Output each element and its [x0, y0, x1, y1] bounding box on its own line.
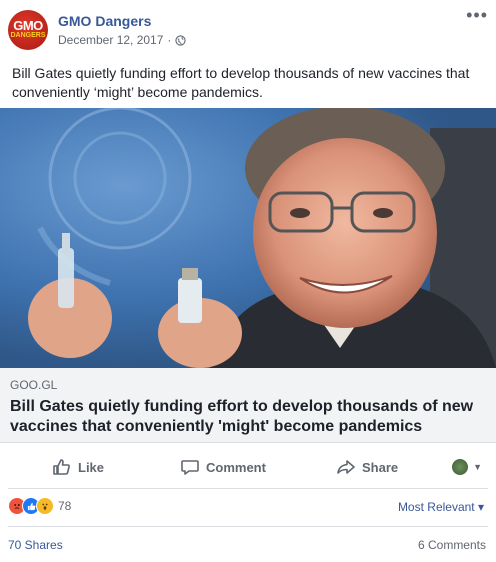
share-label: Share	[362, 459, 399, 475]
divider	[8, 526, 488, 527]
thumbs-up-icon	[53, 459, 70, 475]
more-options-icon[interactable]: •••	[466, 6, 488, 24]
globe-icon	[175, 34, 187, 46]
like-label: Like	[78, 459, 105, 475]
photo-illustration	[0, 108, 496, 368]
meta-separator: ·	[167, 33, 172, 47]
post-text: Bill Gates quietly funding effort to dev…	[12, 65, 470, 100]
divider	[8, 488, 488, 489]
action-bar: Like Comment Share ▼	[0, 450, 496, 484]
reaction-count: 78	[58, 499, 72, 513]
link-preview[interactable]: GOO.GL Bill Gates quietly funding effort…	[0, 368, 496, 443]
share-as-avatar[interactable]	[452, 459, 468, 475]
link-title[interactable]: Bill Gates quietly funding effort to dev…	[10, 397, 488, 437]
link-domain: GOO.GL	[10, 378, 58, 392]
comment-button[interactable]: Comment	[180, 450, 266, 484]
avatar-text-bottom: DANGERS	[10, 32, 46, 39]
avatar-text-top: GMO	[13, 18, 43, 33]
comment-label: Comment	[206, 459, 266, 475]
share-as-caret-icon[interactable]: ▼	[473, 462, 482, 472]
comments-count-link[interactable]: 6 Comments	[418, 538, 486, 552]
like-button[interactable]: Like	[52, 450, 104, 484]
share-arrow-icon	[337, 460, 355, 474]
post-header: GMO DANGERS GMO Dangers December 12, 201…	[0, 0, 496, 58]
post-date[interactable]: December 12, 2017	[58, 33, 163, 47]
comment-icon	[181, 460, 199, 475]
page-name-link[interactable]: GMO Dangers	[58, 13, 151, 29]
wow-reaction-icon	[36, 497, 54, 515]
post-meta: December 12, 2017 ·	[58, 33, 187, 47]
page-avatar[interactable]: GMO DANGERS	[8, 10, 48, 50]
reaction-summary[interactable]: 78	[8, 497, 71, 515]
share-button[interactable]: Share	[336, 450, 398, 484]
most-relevant-dropdown[interactable]: Most Relevant ▾	[398, 500, 484, 514]
post-photo[interactable]	[0, 108, 496, 368]
shares-count-link[interactable]: 70 Shares	[8, 538, 63, 552]
